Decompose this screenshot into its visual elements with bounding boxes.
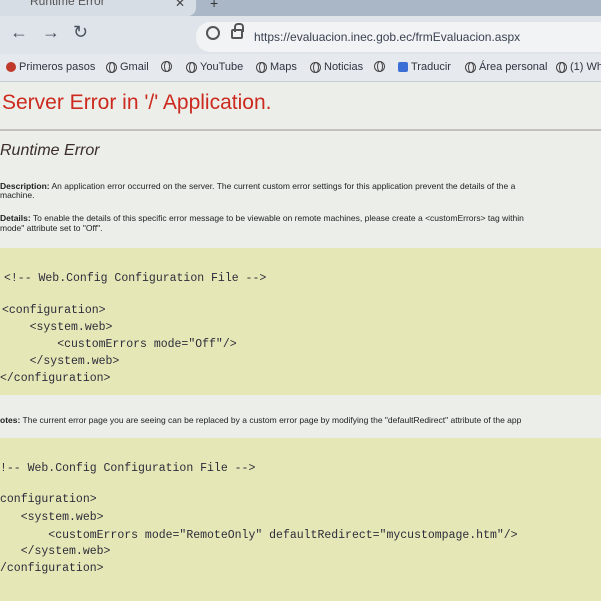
code-line: /configuration> — [0, 562, 104, 575]
notes-line: otes: The current error page you are see… — [0, 415, 521, 425]
bookmark-unnamed-1[interactable] — [161, 61, 172, 72]
globe-icon — [106, 61, 117, 73]
red-circle-icon — [6, 62, 16, 72]
code-line: <configuration> — [2, 304, 106, 317]
code-line: <customErrors mode="RemoteOnly" defaultR… — [0, 529, 518, 542]
globe-icon — [186, 61, 197, 73]
description-line: Description: An application error occurr… — [0, 181, 515, 191]
code-line: </system.web> — [0, 545, 111, 558]
globe-icon — [374, 61, 385, 72]
description-text: An application error occurred on the ser… — [49, 181, 516, 191]
tab-strip: Runtime Error ✕ + — [0, 0, 601, 16]
details-line: Details: To enable the details of this s… — [0, 213, 524, 223]
details-text: To enable the details of this specific e… — [30, 213, 524, 223]
globe-icon — [465, 61, 476, 73]
lock-icon[interactable] — [231, 23, 244, 39]
tab-runtime-error[interactable]: Runtime Error ✕ — [0, 0, 196, 16]
bookmark-youtube[interactable]: YouTube — [186, 61, 243, 73]
globe-icon — [310, 61, 321, 73]
notes-label: otes: — [0, 415, 21, 425]
details-label: Details: — [0, 213, 31, 223]
details-line-2: mode" attribute set to "Off". — [0, 223, 103, 233]
description-line-2: machine. — [0, 190, 35, 200]
bookmarks-bar: Primeros pasos Gmail YouTube Maps Notici… — [0, 54, 601, 82]
notes-text: The current error page you are seeing ca… — [20, 415, 522, 425]
reload-icon[interactable]: ↻ — [73, 22, 88, 43]
divider — [0, 129, 601, 131]
code-line: !-- Web.Config Configuration File --> — [0, 462, 256, 475]
page-subtitle: Runtime Error — [0, 142, 100, 159]
bookmark-unnamed-2[interactable] — [374, 61, 385, 72]
url-text[interactable]: https://evaluacion.inec.gob.ec/frmEvalua… — [254, 30, 520, 44]
code-line: <system.web> — [0, 511, 104, 524]
bookmark-area-personal[interactable]: Área personal — [465, 61, 548, 73]
globe-icon — [256, 61, 267, 73]
bookmark-primeros-pasos[interactable]: Primeros pasos — [6, 61, 95, 73]
bookmark-traducir[interactable]: Traducir — [398, 61, 451, 73]
code-block-1: <!-- Web.Config Configuration File --> <… — [0, 248, 601, 395]
arrow-right-icon[interactable]: → — [42, 22, 60, 43]
globe-icon — [161, 61, 172, 72]
page-content: Server Error in '/' Application. Runtime… — [0, 82, 601, 601]
code-line: <customErrors mode="Off"/> — [2, 338, 237, 351]
code-line: <!-- Web.Config Configuration File --> — [4, 272, 267, 285]
bookmark-whatsapp[interactable]: (1) Wh — [556, 61, 601, 73]
code-line: </configuration> — [0, 372, 111, 385]
close-icon[interactable]: ✕ — [175, 0, 185, 10]
bookmark-gmail[interactable]: Gmail — [106, 61, 149, 73]
plus-icon[interactable]: + — [210, 0, 218, 11]
tab-title: Runtime Error — [30, 0, 105, 8]
code-block-2: !-- Web.Config Configuration File --> co… — [0, 438, 601, 601]
code-line: configuration> — [0, 493, 97, 506]
arrow-left-icon[interactable]: ← — [10, 22, 28, 43]
bookmark-noticias[interactable]: Noticias — [310, 61, 363, 73]
translate-icon — [398, 62, 408, 72]
site-info-icon[interactable] — [206, 26, 220, 40]
page-title: Server Error in '/' Application. — [2, 91, 272, 114]
code-line: </system.web> — [2, 355, 120, 368]
bookmark-maps[interactable]: Maps — [256, 61, 297, 73]
globe-icon — [556, 61, 567, 73]
code-line: <system.web> — [2, 321, 113, 334]
